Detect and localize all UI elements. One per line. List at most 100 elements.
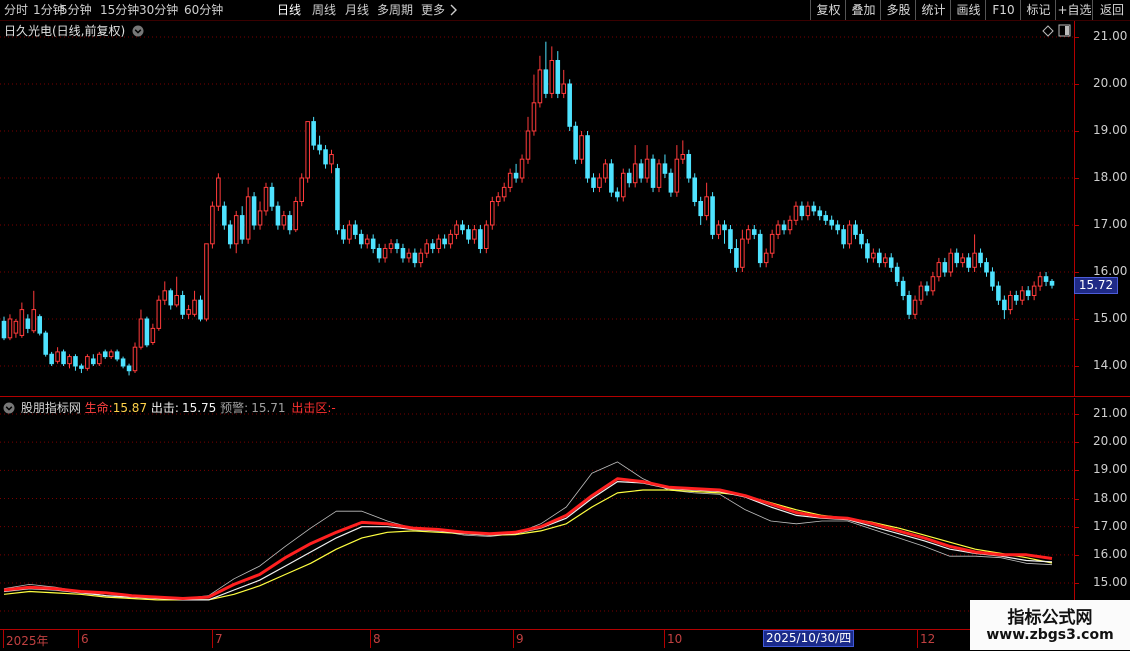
candle-body xyxy=(644,158,650,179)
candle xyxy=(632,145,638,188)
toolbar-button-5[interactable]: F10 xyxy=(985,0,1021,20)
candle-body xyxy=(424,243,430,254)
toolbar-button-8[interactable]: 返回 xyxy=(1092,0,1130,20)
candle xyxy=(204,243,209,322)
candle xyxy=(436,234,441,254)
period-tab-5[interactable]: 60分钟 xyxy=(184,2,223,18)
candle xyxy=(293,196,299,233)
indicator-pane[interactable] xyxy=(0,398,1074,628)
candle-body xyxy=(478,229,483,249)
candle-body xyxy=(686,154,692,179)
candle-body xyxy=(388,243,394,250)
candle xyxy=(775,220,781,240)
candle xyxy=(591,173,596,193)
candle xyxy=(222,201,227,230)
candle xyxy=(49,351,54,366)
candle xyxy=(478,225,483,254)
candlestick-chart[interactable] xyxy=(0,21,1074,396)
candle xyxy=(650,154,656,193)
period-tab-4[interactable]: 30分钟 xyxy=(139,2,178,18)
candle xyxy=(728,225,733,254)
candle xyxy=(323,145,328,169)
price-tick-label: 20.00 xyxy=(1093,76,1128,90)
candle xyxy=(698,196,703,225)
date-tick-mark xyxy=(917,630,918,648)
candle xyxy=(394,239,400,254)
date-axis xyxy=(0,629,1130,651)
candle-body xyxy=(7,318,13,339)
date-label: 7 xyxy=(215,632,223,646)
period-tab-3[interactable]: 15分钟 xyxy=(100,2,139,18)
candle xyxy=(43,330,48,357)
candle xyxy=(198,295,203,322)
candle xyxy=(168,288,174,310)
candle-body xyxy=(61,351,66,365)
indicator-chart[interactable] xyxy=(0,398,1074,628)
candle xyxy=(227,220,233,249)
pane-toggle-icon[interactable] xyxy=(1058,24,1072,41)
toolbar-button-7[interactable]: +自选 xyxy=(1055,0,1093,20)
candle xyxy=(978,248,983,268)
candle xyxy=(341,225,346,244)
chevron-down-icon[interactable] xyxy=(132,25,144,37)
candle-body xyxy=(144,318,150,346)
candle-body xyxy=(150,327,156,343)
candle xyxy=(358,229,364,249)
candle-body xyxy=(400,248,406,259)
chevron-right-icon[interactable] xyxy=(449,4,457,20)
indicator-tick-mark xyxy=(1075,414,1079,415)
candle-body xyxy=(358,233,364,245)
toolbar-button-3[interactable]: 统计 xyxy=(915,0,951,20)
period-tab-2[interactable]: 5分钟 xyxy=(60,2,92,18)
candle-body xyxy=(692,177,698,202)
candle-body xyxy=(799,205,805,217)
period-toolbar: 分时 1分钟 5分钟 15分钟 30分钟 60分钟 日线 周线 月线 多周期 更多 复权 叠加 多股 统计… xyxy=(0,0,1130,21)
candle-body xyxy=(13,320,19,334)
candle xyxy=(347,220,352,244)
candle-body xyxy=(549,60,555,94)
toolbar-button-6[interactable]: 标记 xyxy=(1020,0,1056,20)
candle xyxy=(311,116,316,150)
candle-body xyxy=(787,219,793,231)
period-tab-10[interactable]: 更多 xyxy=(421,2,445,18)
candle xyxy=(37,314,43,336)
candle xyxy=(1049,279,1055,289)
candle xyxy=(716,220,721,240)
candle xyxy=(91,354,96,366)
candle-body xyxy=(531,102,537,132)
candle xyxy=(1002,295,1007,319)
candle-body xyxy=(198,299,203,320)
price-tick-label: 21.00 xyxy=(1093,29,1128,43)
candle-body xyxy=(704,196,709,217)
candle xyxy=(960,253,965,268)
candle xyxy=(257,201,263,230)
candle xyxy=(805,201,811,221)
candle xyxy=(1,316,7,341)
candle xyxy=(829,215,834,230)
toolbar-button-0[interactable]: 复权 xyxy=(810,0,846,20)
candle xyxy=(704,182,709,221)
candle xyxy=(799,201,805,221)
candle-body xyxy=(847,224,852,245)
period-tab-9[interactable]: 多周期 xyxy=(377,2,413,18)
candle-body xyxy=(55,351,60,362)
period-tab-7[interactable]: 周线 xyxy=(312,2,336,18)
indicator-tick-label: 19.00 xyxy=(1093,462,1128,477)
candle-body xyxy=(91,358,96,365)
candle-body xyxy=(894,266,900,282)
candle-body xyxy=(626,172,632,184)
period-tab-0[interactable]: 分时 xyxy=(4,2,28,18)
candle xyxy=(412,248,418,268)
period-tab-8[interactable]: 月线 xyxy=(345,2,369,18)
toolbar-button-2[interactable]: 多股 xyxy=(880,0,916,20)
toolbar-button-4[interactable]: 画线 xyxy=(950,0,986,20)
toolbar-button-1[interactable]: 叠加 xyxy=(845,0,881,20)
candle-body xyxy=(287,215,293,231)
indicator-name[interactable]: 股朋指标网 xyxy=(21,401,81,415)
period-tab-6[interactable]: 日线 xyxy=(277,2,301,18)
candle-body xyxy=(662,163,668,174)
candle-body xyxy=(900,280,906,296)
chevron-down-icon[interactable] xyxy=(3,402,15,414)
diamond-icon[interactable] xyxy=(1042,25,1054,40)
candlestick-pane[interactable] xyxy=(0,21,1074,396)
